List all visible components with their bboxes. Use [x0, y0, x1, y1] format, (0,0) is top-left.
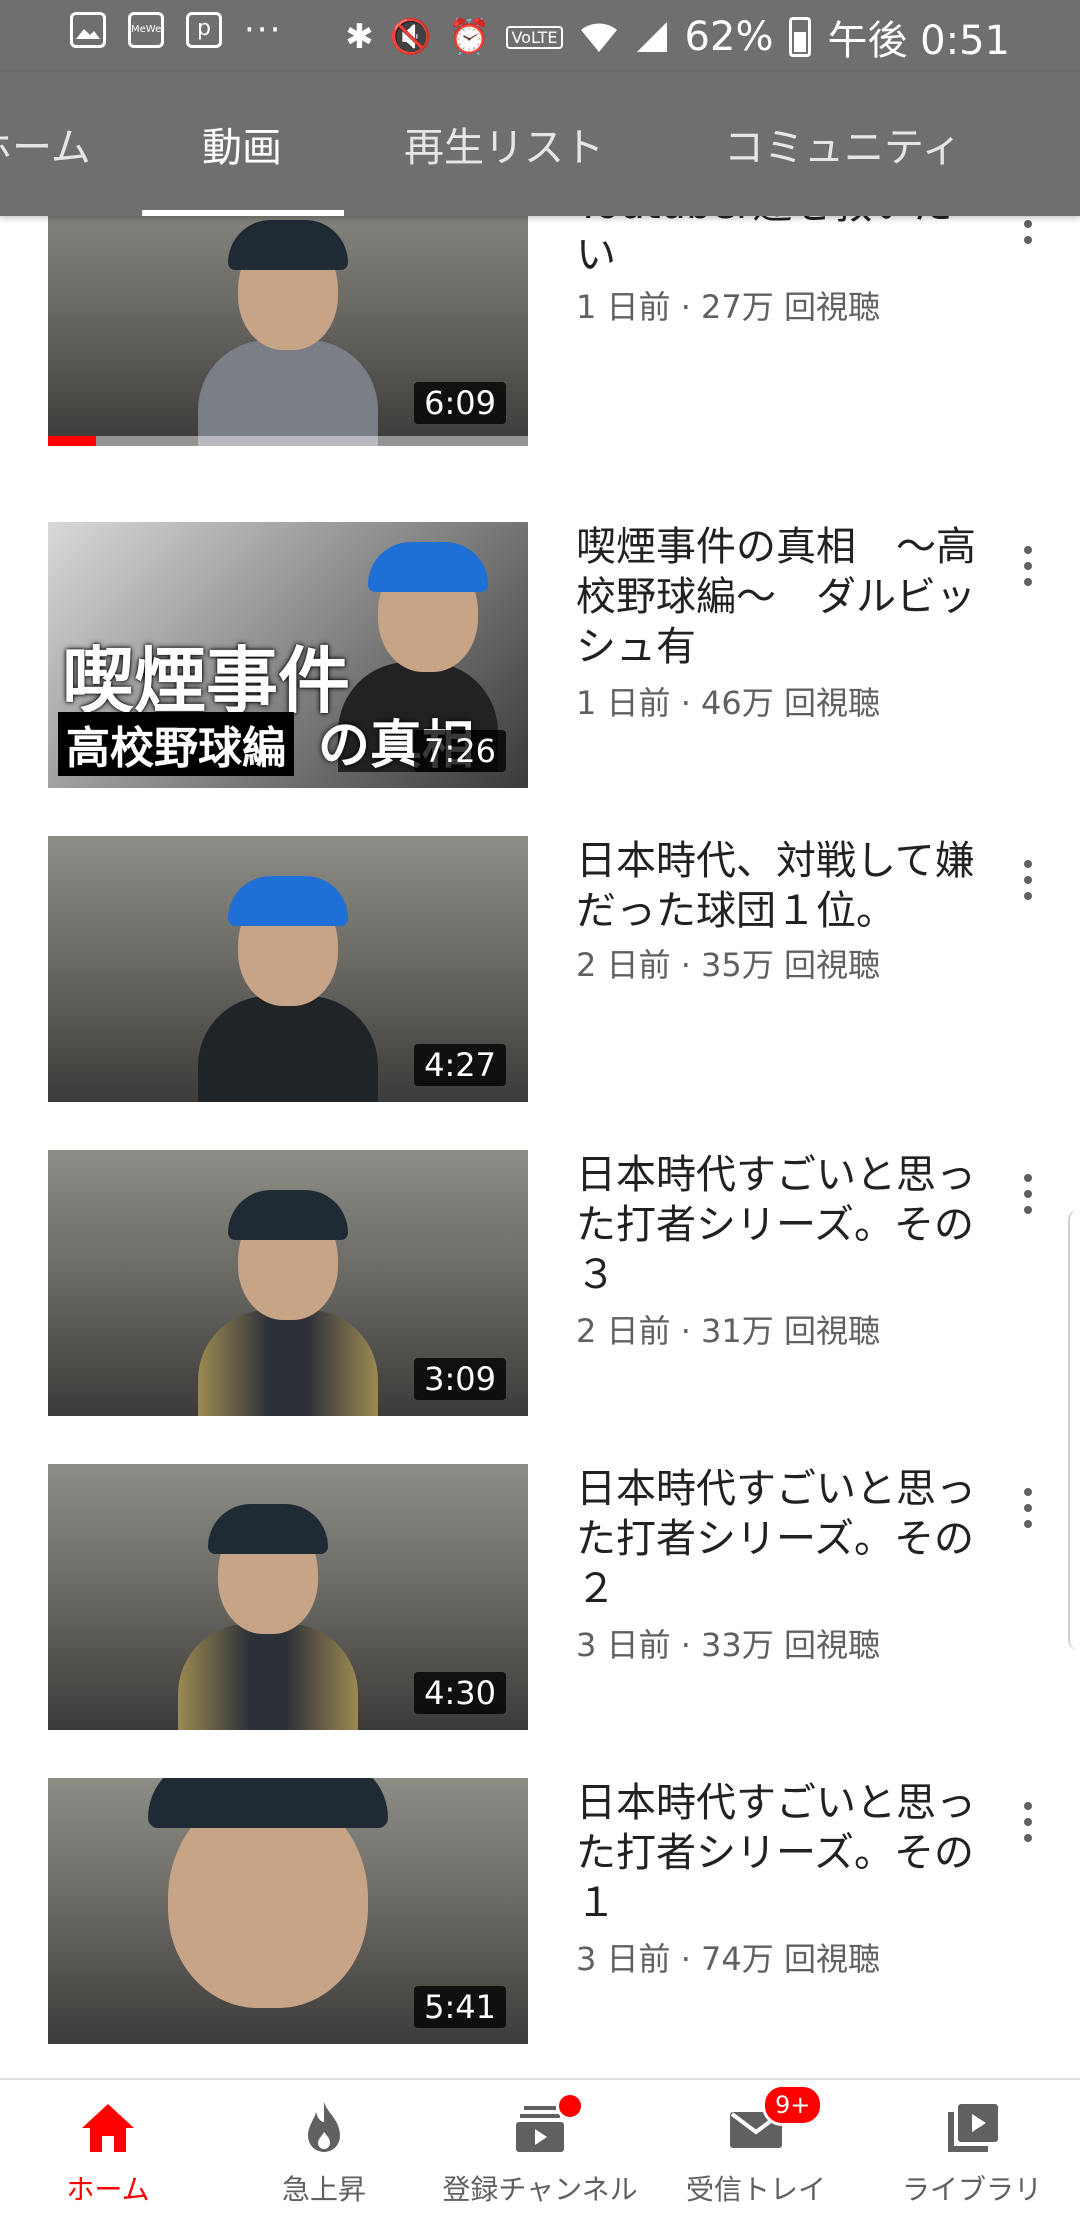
video-thumbnail[interactable]: 喫煙事件 高校野球編 の真相 7:26	[48, 522, 528, 788]
video-item[interactable]: 6:09 Youtuber達を救いたい 1 日前 · 27万 回視聴	[0, 180, 1080, 446]
home-icon	[82, 2104, 134, 2152]
watch-progress-bar	[48, 436, 96, 446]
active-tab-indicator	[142, 210, 344, 216]
video-duration: 6:09	[414, 382, 506, 424]
video-item[interactable]: 3:09 日本時代すごいと思った打者シリーズ。その３ 2 日前 · 31万 回視…	[0, 1150, 1080, 1416]
system-icons: ✱ 🔇 ⏰ VoLTE 62% 午後 0:51	[345, 8, 1010, 66]
video-meta: 2 日前 · 31万 回視聴	[576, 1312, 880, 1350]
watch-progress-track	[48, 436, 528, 446]
video-title[interactable]: 日本時代すごいと思った打者シリーズ。その３	[576, 1150, 976, 1300]
thumbnail-image	[198, 220, 378, 446]
nav-trending[interactable]: 急上昇	[216, 2080, 432, 2222]
mewe-icon: MeWe	[128, 12, 164, 48]
battery-icon	[789, 17, 812, 57]
picsart-icon: p	[186, 12, 222, 48]
video-duration: 4:30	[414, 1672, 506, 1714]
thumbnail-image	[198, 1190, 378, 1416]
more-icon: ···	[244, 10, 283, 50]
video-item[interactable]: 4:30 日本時代すごいと思った打者シリーズ。その２ 3 日前 · 33万 回視…	[0, 1464, 1080, 1730]
more-options-icon[interactable]	[1010, 536, 1046, 596]
tab-home[interactable]: ホーム	[0, 72, 91, 216]
inbox-badge: 9+	[762, 2084, 824, 2126]
volte-icon: VoLTE	[506, 25, 563, 49]
wifi-icon	[580, 23, 617, 52]
video-meta: 1 日前 · 27万 回視聴	[576, 288, 880, 326]
video-title[interactable]: 日本時代、対戦して嫌だった球団１位。	[576, 836, 976, 936]
library-icon	[948, 2104, 998, 2152]
channel-tabs: ホーム 動画 再生リスト コミュニティ	[0, 72, 1080, 216]
trending-flame-icon	[308, 2102, 340, 2152]
bluetooth-icon: ✱	[345, 17, 374, 57]
scrollbar[interactable]	[1068, 1210, 1080, 1650]
nav-home[interactable]: ホーム	[0, 2080, 216, 2222]
thumbnail-image	[198, 876, 378, 1102]
video-duration: 5:41	[414, 1986, 506, 2028]
nav-label: 受信トレイ	[685, 2173, 826, 2206]
video-duration: 3:09	[414, 1358, 506, 1400]
alarm-icon: ⏰	[448, 17, 491, 57]
video-thumbnail[interactable]: 4:30	[48, 1464, 528, 1730]
mute-icon: 🔇	[389, 17, 433, 57]
more-options-icon[interactable]	[1010, 1478, 1046, 1538]
nav-label: ライブラリ	[901, 2173, 1042, 2206]
bottom-navigation: ホーム 急上昇 登録チャンネル 9+ 受信トレイ ライブラリ	[0, 2078, 1080, 2222]
notification-icons: MeWe p ···	[70, 12, 282, 48]
more-options-icon[interactable]	[1010, 1792, 1046, 1852]
nav-label: ホーム	[66, 2173, 150, 2206]
video-item[interactable]: 喫煙事件 高校野球編 の真相 7:26 喫煙事件の真相 ～高校野球編～ ダルビッ…	[0, 522, 1080, 788]
video-item[interactable]: 4:27 日本時代、対戦して嫌だった球団１位。 2 日前 · 35万 回視聴	[0, 836, 1080, 1102]
video-meta: 3 日前 · 33万 回視聴	[576, 1626, 880, 1664]
more-options-icon[interactable]	[1010, 1164, 1046, 1224]
nav-library[interactable]: ライブラリ	[864, 2080, 1080, 2222]
video-title[interactable]: 喫煙事件の真相 ～高校野球編～ ダルビッシュ有	[576, 522, 976, 672]
notification-dot	[556, 2092, 584, 2120]
video-duration: 4:27	[414, 1044, 506, 1086]
status-bar: MeWe p ··· ✱ 🔇 ⏰ VoLTE 62% 午後 0:51	[0, 0, 1080, 72]
image-icon	[70, 12, 106, 48]
tab-community[interactable]: コミュニティ	[724, 72, 962, 216]
nav-label: 急上昇	[281, 2173, 366, 2206]
video-meta: 2 日前 · 35万 回視聴	[576, 946, 880, 984]
nav-label: 登録チャンネル	[442, 2173, 638, 2206]
more-options-icon[interactable]	[1010, 850, 1046, 910]
tab-playlists[interactable]: 再生リスト	[404, 72, 604, 216]
video-duration: 7:26	[414, 730, 506, 772]
clock: 午後 0:51	[827, 18, 1010, 64]
battery-percent: 62%	[684, 14, 774, 60]
video-meta: 1 日前 · 46万 回視聴	[576, 684, 880, 722]
thumbnail-image	[178, 1504, 358, 1730]
video-thumbnail[interactable]: 6:09	[48, 180, 528, 446]
video-item[interactable]: 5:41 日本時代すごいと思った打者シリーズ。その１ 3 日前 · 74万 回視…	[0, 1778, 1080, 2044]
video-meta: 3 日前 · 74万 回視聴	[576, 1940, 880, 1978]
video-title[interactable]: 日本時代すごいと思った打者シリーズ。その２	[576, 1464, 976, 1614]
signal-icon	[636, 22, 667, 52]
video-thumbnail[interactable]: 5:41	[48, 1778, 528, 2044]
nav-inbox[interactable]: 9+ 受信トレイ	[648, 2080, 864, 2222]
video-thumbnail[interactable]: 4:27	[48, 836, 528, 1102]
thumbnail-image	[108, 1778, 408, 2044]
tab-videos[interactable]: 動画	[202, 72, 282, 216]
video-title[interactable]: 日本時代すごいと思った打者シリーズ。その１	[576, 1778, 976, 1928]
video-thumbnail[interactable]: 3:09	[48, 1150, 528, 1416]
thumbnail-caption-sub: 高校野球編	[58, 712, 294, 776]
nav-subscriptions[interactable]: 登録チャンネル	[432, 2080, 648, 2222]
